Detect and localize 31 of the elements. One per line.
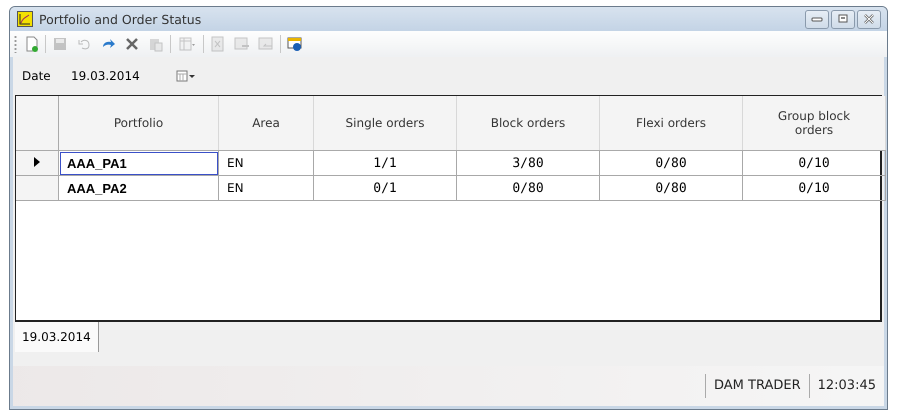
column-header[interactable]: Flexi orders xyxy=(636,116,706,130)
table-cell[interactable]: 3/80 xyxy=(456,150,600,176)
table-cell[interactable]: 0/80 xyxy=(600,176,742,200)
column-header[interactable]: Portfolio xyxy=(114,116,164,130)
table-cell[interactable]: EN xyxy=(218,150,314,176)
table-cell[interactable]: 1/1 xyxy=(314,150,456,176)
calendar-dropdown-icon[interactable] xyxy=(176,70,196,82)
time-label: 12:03:45 xyxy=(808,374,884,398)
close-button[interactable] xyxy=(857,10,881,28)
chart-icon xyxy=(17,11,33,27)
user-role-label: DAM TRADER xyxy=(704,374,809,398)
column-header[interactable]: Block orders xyxy=(490,116,566,130)
table-cell[interactable]: 0/10 xyxy=(742,176,886,200)
toolbar-grip[interactable] xyxy=(14,35,17,53)
date-tab[interactable]: 19.03.2014 xyxy=(15,322,99,352)
close-icon xyxy=(863,14,875,24)
table-cell[interactable]: AAA_PA1 xyxy=(58,150,218,176)
window-title: Portfolio and Order Status xyxy=(39,12,202,26)
minimize-button[interactable] xyxy=(805,10,829,28)
table-cell[interactable]: 0/80 xyxy=(456,176,600,200)
date-label: Date xyxy=(22,69,52,83)
maximize-icon xyxy=(837,14,849,24)
table-cell[interactable]: EN xyxy=(218,176,314,200)
column-header[interactable]: Area xyxy=(252,116,280,130)
table-cell[interactable]: 0/80 xyxy=(600,150,742,176)
table-cell[interactable]: 0/1 xyxy=(314,176,456,200)
column-header[interactable]: Single orders xyxy=(346,116,424,130)
table-row[interactable]: AAA_PA2 EN 0/1 0/80 0/80 0/10 xyxy=(16,176,886,200)
maximize-button[interactable] xyxy=(831,10,855,28)
table-cell[interactable]: 0/10 xyxy=(742,150,886,176)
table-cell[interactable]: AAA_PA2 xyxy=(58,176,218,200)
